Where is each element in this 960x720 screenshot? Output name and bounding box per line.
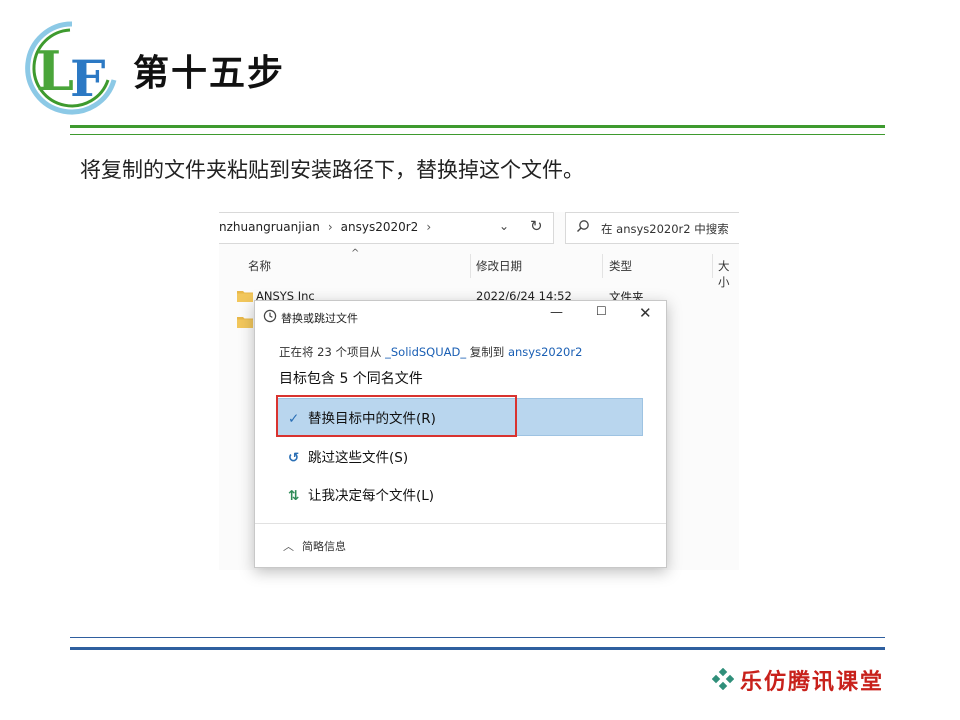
replace-skip-dialog: 替换或跳过文件 — ☐ ✕ 正在将 23 个项目从 _SolidSQUAD_ 复… — [254, 300, 667, 568]
replace-files-option[interactable]: ✓ 替换目标中的文件(R) — [288, 407, 436, 427]
page-title: 第十五步 — [133, 53, 286, 94]
decide-icon: ⇅ — [288, 488, 300, 504]
option-label: 跳过这些文件(S) — [308, 450, 409, 466]
refresh-icon[interactable]: ↻ — [530, 217, 543, 235]
folder-icon — [237, 291, 253, 302]
check-icon: ✓ — [288, 411, 300, 427]
column-header-size[interactable]: 大小 — [718, 258, 739, 290]
column-header-name[interactable]: 名称 — [248, 258, 271, 274]
close-icon[interactable]: ✕ — [639, 304, 652, 322]
maximize-icon[interactable]: ☐ — [596, 304, 607, 318]
column-header-type[interactable]: 类型 — [609, 258, 632, 274]
copy-status: 正在将 23 个项目从 _SolidSQUAD_ 复制到 ansys2020r2 — [279, 344, 582, 360]
dialog-divider — [255, 523, 666, 524]
conflict-message: 目标包含 5 个同名文件 — [279, 371, 423, 387]
breadcrumb-separator-icon: › — [426, 220, 432, 234]
top-divider-thin — [70, 134, 885, 135]
chevron-down-icon[interactable]: ⌄ — [499, 219, 509, 233]
bottom-divider — [70, 647, 885, 650]
search-placeholder: 在 ansys2020r2 中搜索 — [601, 222, 729, 236]
chevron-up-icon: ︿ — [283, 540, 294, 553]
option-label: 让我决定每个文件(L) — [308, 488, 435, 504]
sort-ascending-icon: ^ — [351, 248, 360, 259]
skip-icon: ↺ — [288, 450, 300, 466]
top-divider — [70, 125, 885, 128]
skip-files-option[interactable]: ↺ 跳过这些文件(S) — [288, 446, 408, 466]
status-prefix: 正在将 23 个项目从 — [279, 345, 382, 359]
column-divider — [470, 254, 471, 278]
decide-each-option[interactable]: ⇅ 让我决定每个文件(L) — [288, 484, 434, 504]
status-mid: 复制到 — [469, 345, 505, 359]
brand-name: 乐仿腾讯课堂 — [740, 669, 885, 695]
column-divider — [602, 254, 603, 278]
brand-diamond-icon — [712, 668, 734, 690]
option-label: 替换目标中的文件(R) — [308, 411, 436, 427]
column-header-modified[interactable]: 修改日期 — [476, 258, 522, 274]
clock-icon — [263, 309, 277, 323]
minimize-icon[interactable]: — — [550, 305, 563, 320]
details-toggle[interactable]: ︿ 简略信息 — [283, 538, 346, 554]
source-link[interactable]: _SolidSQUAD_ — [385, 345, 466, 359]
breadcrumb-separator-icon: › — [327, 220, 333, 234]
lf-logo: L F — [25, 21, 117, 115]
column-divider — [712, 254, 713, 278]
search-input[interactable]: 在 ansys2020r2 中搜索 — [565, 212, 739, 244]
destination-link[interactable]: ansys2020r2 — [508, 345, 582, 359]
search-icon — [577, 220, 589, 232]
details-label: 简略信息 — [302, 540, 346, 553]
folder-icon — [237, 317, 253, 328]
address-bar[interactable]: nzhuangruanjian › ansys2020r2 › ⌄ ↻ — [219, 212, 554, 244]
breadcrumb-item[interactable]: ansys2020r2 — [341, 220, 419, 234]
breadcrumb-item[interactable]: nzhuangruanjian — [219, 220, 320, 234]
dialog-title: 替换或跳过文件 — [281, 312, 358, 325]
svg-text:F: F — [70, 49, 106, 108]
svg-text:L: L — [36, 39, 74, 103]
instruction-text: 将复制的文件夹粘贴到安装路径下，替换掉这个文件。 — [80, 158, 584, 182]
bottom-divider-thin — [70, 637, 885, 638]
